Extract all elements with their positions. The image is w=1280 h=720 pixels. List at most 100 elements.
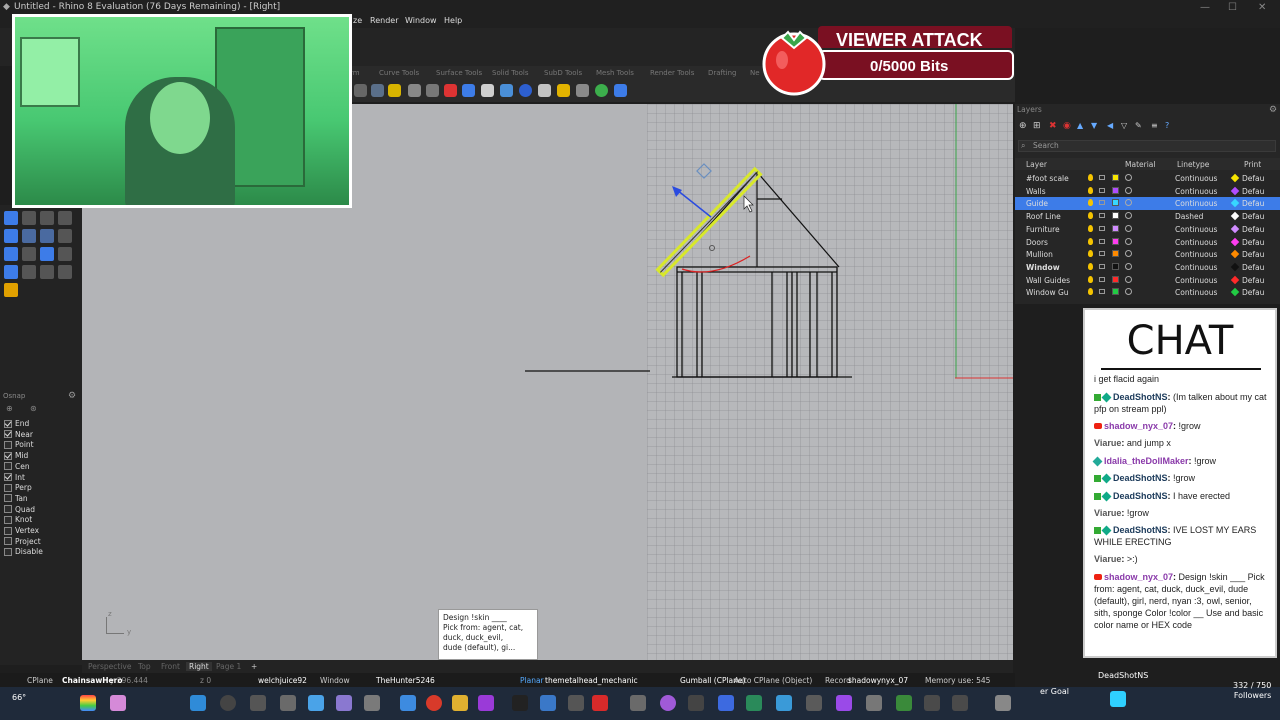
sphere-icon[interactable]	[519, 84, 532, 97]
material-icon[interactable]	[1125, 250, 1132, 258]
edge-icon[interactable]	[308, 695, 324, 711]
osnap-item-near[interactable]: Near	[4, 429, 33, 440]
layer-color-swatch[interactable]	[1112, 288, 1119, 296]
material-icon[interactable]	[1125, 199, 1132, 207]
layer-linetype[interactable]: Continuous	[1175, 263, 1217, 272]
layer-row[interactable]: #foot scale Continuous Defau	[1015, 172, 1280, 185]
layer-print-width[interactable]: Defau	[1242, 199, 1264, 208]
help-icon[interactable]	[614, 84, 627, 97]
app-icon[interactable]	[896, 695, 912, 711]
layer-color-swatch[interactable]	[1112, 224, 1119, 232]
layer-print-width[interactable]: Defau	[1242, 250, 1264, 259]
material-icon[interactable]	[1125, 212, 1132, 220]
lock-icon[interactable]	[1099, 200, 1105, 206]
folder-icon[interactable]	[452, 695, 468, 711]
tab-curve-tools[interactable]: Curve Tools	[379, 69, 419, 77]
material-icon[interactable]	[462, 84, 475, 97]
sun-icon[interactable]	[557, 84, 570, 97]
character-icon[interactable]	[592, 695, 608, 711]
new-sublayer-icon[interactable]: ⊞	[1033, 121, 1041, 131]
check-tool-icon[interactable]	[40, 265, 54, 279]
lock-icon[interactable]	[1099, 276, 1105, 282]
layer-print-width[interactable]: Defau	[1242, 263, 1264, 272]
point-tool-icon[interactable]	[22, 211, 36, 225]
osnap-checkbox[interactable]	[4, 451, 12, 460]
layer-linetype[interactable]: Continuous	[1175, 199, 1217, 208]
print-color-icon[interactable]	[1230, 237, 1240, 246]
osnap-checkbox[interactable]	[4, 547, 12, 556]
visibility-bulb-icon[interactable]	[1088, 250, 1093, 258]
app-icon[interactable]	[924, 695, 940, 711]
character-icon[interactable]	[478, 695, 494, 711]
layer-print-width[interactable]: Defau	[1242, 187, 1264, 196]
light-icon[interactable]	[388, 84, 401, 97]
status-auto-cplane[interactable]: Auto CPlane (Object)	[734, 676, 812, 685]
search-icon[interactable]	[220, 695, 236, 711]
osnap-checkbox[interactable]	[4, 505, 12, 514]
osnap-item-disable[interactable]: Disable	[4, 546, 43, 557]
app-icon[interactable]	[630, 695, 646, 711]
layer-row[interactable]: Mullion Continuous Defau	[1015, 248, 1280, 261]
files-icon[interactable]	[688, 695, 704, 711]
status-cplane[interactable]: CPlane	[27, 676, 53, 685]
minimize-button[interactable]: —	[1200, 2, 1210, 13]
menu-help[interactable]: Help	[444, 16, 462, 25]
lock-icon[interactable]	[426, 84, 439, 97]
tab-mesh-tools[interactable]: Mesh Tools	[596, 69, 634, 77]
layer-print-width[interactable]: Defau	[1242, 238, 1264, 247]
col-print[interactable]: Print	[1244, 160, 1261, 169]
layer-print-width[interactable]: Defau	[1242, 276, 1264, 285]
status-planar[interactable]: Planar	[520, 676, 544, 685]
lock-icon[interactable]	[1099, 238, 1105, 244]
visibility-bulb-icon[interactable]	[1088, 237, 1093, 245]
layer-name[interactable]: Furniture	[1026, 225, 1060, 234]
new-layer-icon[interactable]: ⊕	[1019, 121, 1027, 131]
tools-icon[interactable]: ✎	[1135, 121, 1142, 130]
print-color-icon[interactable]	[1230, 199, 1240, 208]
camera-icon[interactable]	[576, 84, 589, 97]
layer-row[interactable]: Roof Line Dashed Defau	[1015, 210, 1280, 223]
layer-name[interactable]: Walls	[1026, 187, 1046, 196]
material-icon[interactable]	[1125, 288, 1132, 296]
osnap-checkbox[interactable]	[4, 473, 12, 481]
tab-drafting[interactable]: Drafting	[708, 69, 736, 77]
material-icon[interactable]	[1125, 186, 1132, 194]
layer-linetype[interactable]: Dashed	[1175, 212, 1203, 221]
tab-page-1[interactable]: Page 1	[216, 662, 241, 671]
print-color-icon[interactable]	[1230, 186, 1240, 195]
curve-tool-icon[interactable]	[4, 229, 18, 243]
layer-name[interactable]: Window	[1026, 263, 1060, 272]
windows-start-icon[interactable]	[190, 695, 206, 711]
tab-perspective[interactable]: Perspective	[88, 662, 131, 671]
print-color-icon[interactable]	[1230, 275, 1240, 284]
light-tool-icon[interactable]	[4, 283, 18, 297]
osnap-item-knot[interactable]: Knot	[4, 514, 32, 525]
layer-name[interactable]: #foot scale	[1026, 174, 1069, 183]
character-icon[interactable]	[364, 695, 380, 711]
menu-window[interactable]: Window	[405, 16, 437, 25]
layer-row[interactable]: Guide Continuous Defau	[1015, 197, 1280, 211]
layer-name[interactable]: Guide	[1026, 199, 1048, 208]
lock-icon[interactable]	[1099, 251, 1105, 257]
osnap-item-int[interactable]: Int	[4, 472, 25, 483]
visibility-bulb-icon[interactable]	[1088, 199, 1093, 207]
layer-name[interactable]: Mullion	[1026, 250, 1053, 259]
layer-color-swatch[interactable]	[1112, 262, 1119, 270]
circle-tool-icon[interactable]	[22, 229, 36, 243]
layer-color-swatch[interactable]	[1112, 275, 1119, 283]
visibility-bulb-icon[interactable]	[1088, 262, 1093, 270]
arc-tool-icon[interactable]	[40, 229, 54, 243]
layer-linetype[interactable]: Continuous	[1175, 288, 1217, 297]
layer-print-width[interactable]: Defau	[1242, 288, 1264, 297]
print-color-icon[interactable]	[1230, 288, 1240, 297]
material-icon[interactable]	[1125, 237, 1132, 245]
line-tool-icon[interactable]	[40, 211, 54, 225]
tab-subd-tools[interactable]: SubD Tools	[544, 69, 582, 77]
layer-linetype[interactable]: Continuous	[1175, 250, 1217, 259]
osnap-item-perp[interactable]: Perp	[4, 482, 32, 493]
osnap-item-vertex[interactable]: Vertex	[4, 525, 39, 536]
twitch-icon[interactable]	[836, 695, 852, 711]
text-tool-icon[interactable]	[58, 247, 72, 261]
layer-color-swatch[interactable]	[1112, 237, 1119, 245]
osnap-checkbox[interactable]	[4, 419, 12, 428]
